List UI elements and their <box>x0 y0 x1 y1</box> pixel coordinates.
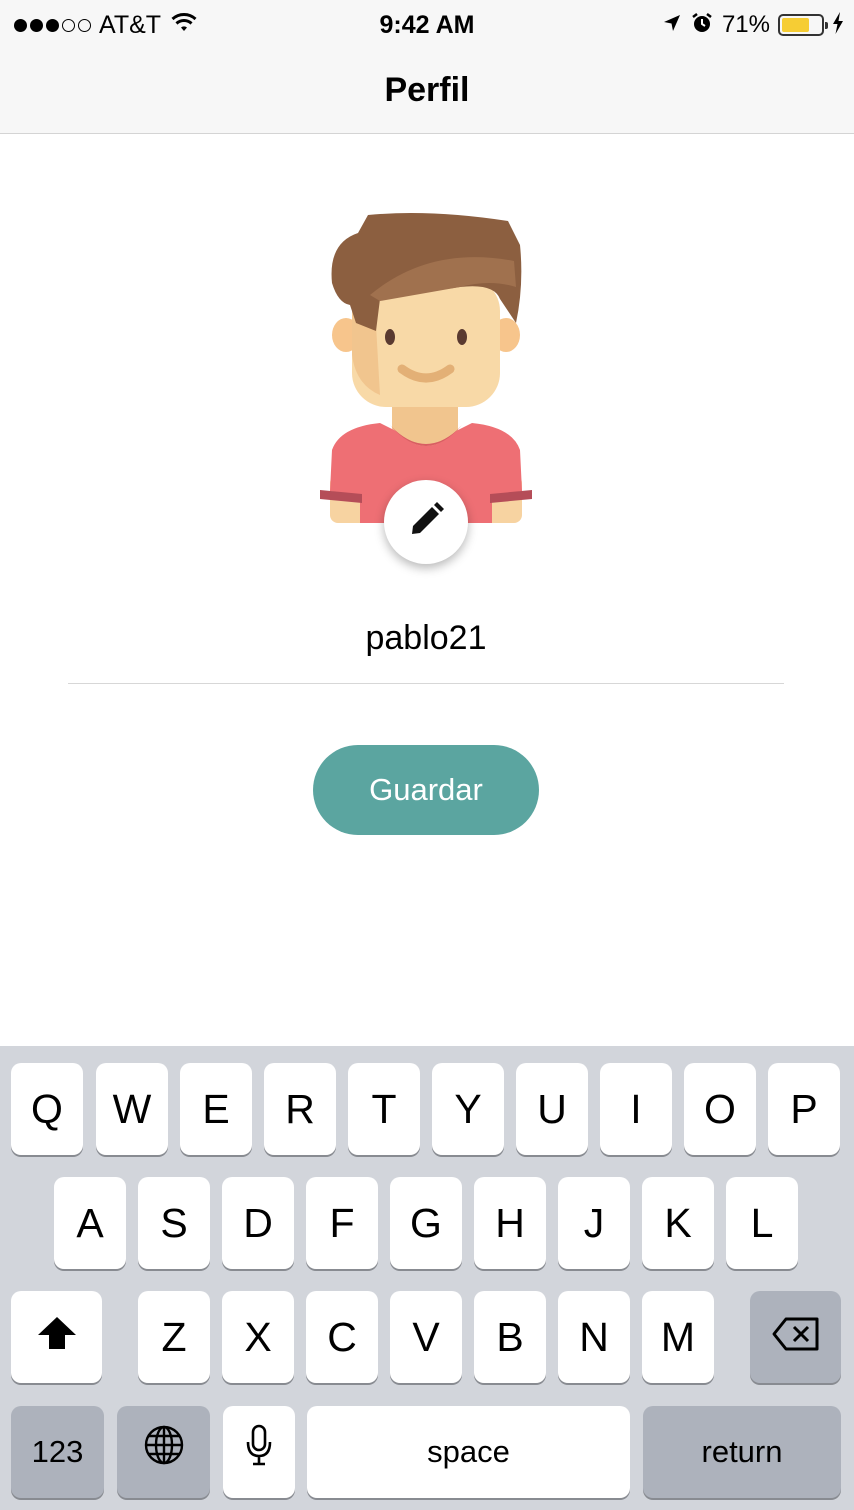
key-q[interactable]: Q <box>11 1063 83 1155</box>
page-title: Perfil <box>384 71 470 109</box>
key-j[interactable]: J <box>558 1177 630 1269</box>
key-v[interactable]: V <box>390 1291 462 1383</box>
key-i[interactable]: I <box>600 1063 672 1155</box>
key-b[interactable]: B <box>474 1291 546 1383</box>
key-f[interactable]: F <box>306 1177 378 1269</box>
battery-icon <box>778 14 828 36</box>
status-right: 71% <box>662 10 844 40</box>
key-x[interactable]: X <box>222 1291 294 1383</box>
numbers-key[interactable]: 123 <box>11 1406 104 1498</box>
battery-level <box>782 18 809 32</box>
key-w[interactable]: W <box>96 1063 168 1155</box>
globe-icon <box>143 1406 185 1498</box>
pencil-icon <box>406 500 446 545</box>
shift-key[interactable] <box>11 1291 102 1383</box>
delete-key[interactable] <box>750 1291 841 1383</box>
alarm-icon <box>690 11 714 40</box>
battery-percent: 71% <box>721 11 770 38</box>
key-m[interactable]: M <box>642 1291 714 1383</box>
key-o[interactable]: O <box>684 1063 756 1155</box>
shift-icon <box>36 1291 78 1383</box>
delete-icon <box>772 1291 820 1383</box>
edit-avatar-button[interactable] <box>384 480 468 564</box>
key-y[interactable]: Y <box>432 1063 504 1155</box>
key-z[interactable]: Z <box>138 1291 210 1383</box>
key-t[interactable]: T <box>348 1063 420 1155</box>
key-s[interactable]: S <box>138 1177 210 1269</box>
status-bar: AT&T 9:42 AM 71% <box>0 0 854 50</box>
key-n[interactable]: N <box>558 1291 630 1383</box>
key-r[interactable]: R <box>264 1063 336 1155</box>
key-h[interactable]: H <box>474 1177 546 1269</box>
key-c[interactable]: C <box>306 1291 378 1383</box>
key-p[interactable]: P <box>768 1063 840 1155</box>
key-e[interactable]: E <box>180 1063 252 1155</box>
key-l[interactable]: L <box>726 1177 798 1269</box>
key-a[interactable]: A <box>54 1177 126 1269</box>
save-button[interactable]: Guardar <box>313 745 539 835</box>
globe-key[interactable] <box>117 1406 210 1498</box>
navigation-bar: Perfil <box>0 50 854 134</box>
username-field[interactable]: pablo21 <box>68 612 784 684</box>
on-screen-keyboard: Q W E R T Y U I O P A S D F G H J K L Z … <box>0 1046 854 1510</box>
microphone-icon <box>246 1406 272 1498</box>
key-u[interactable]: U <box>516 1063 588 1155</box>
dictation-key[interactable] <box>223 1406 295 1498</box>
key-d[interactable]: D <box>222 1177 294 1269</box>
space-key[interactable]: space <box>307 1406 630 1498</box>
key-k[interactable]: K <box>642 1177 714 1269</box>
key-g[interactable]: G <box>390 1177 462 1269</box>
return-key[interactable]: return <box>643 1406 841 1498</box>
location-arrow-icon <box>662 13 682 38</box>
charging-bolt-icon <box>832 11 844 39</box>
